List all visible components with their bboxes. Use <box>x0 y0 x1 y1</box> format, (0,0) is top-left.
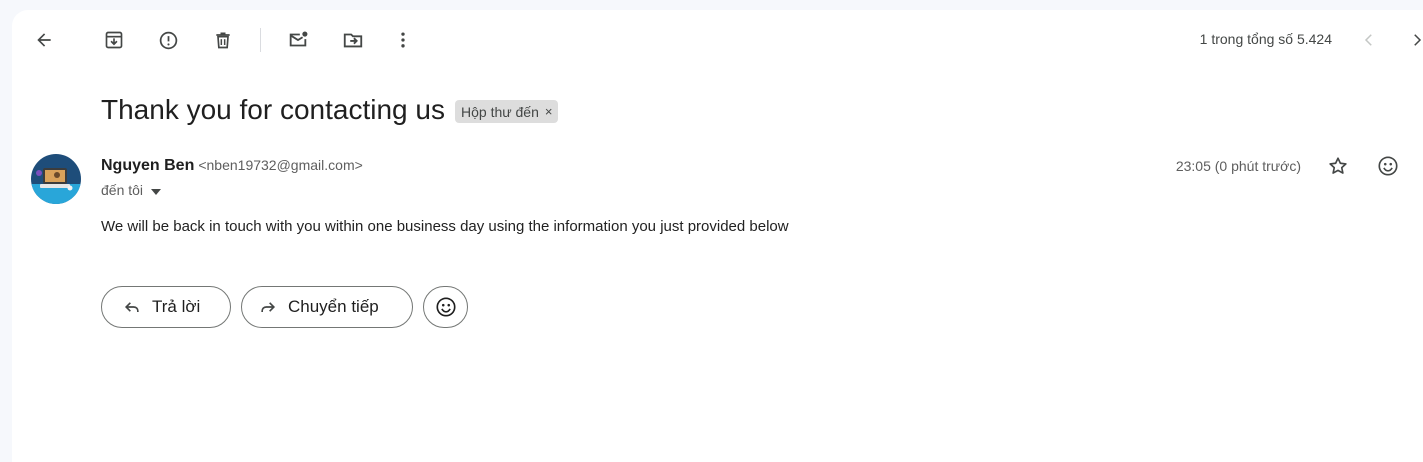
move-to-button[interactable] <box>333 20 373 60</box>
forward-button[interactable]: Chuyển tiếp <box>241 286 413 328</box>
emoji-reaction-button[interactable] <box>1368 146 1408 186</box>
email-body: We will be back in touch with you within… <box>101 218 789 235</box>
delete-button[interactable] <box>203 20 243 60</box>
reply-label: Trả lời <box>152 297 201 316</box>
reply-icon <box>124 302 139 312</box>
reply-button[interactable]: Trả lời <box>101 286 231 328</box>
report-spam-icon <box>159 31 177 49</box>
email-subject: Thank you for contacting us <box>101 94 445 125</box>
add-emoji-button[interactable] <box>423 286 468 328</box>
chevron-right-icon <box>1414 34 1422 46</box>
star-icon <box>1329 157 1347 174</box>
sender-line: Nguyen Ben <nben19732@gmail.com> <box>101 157 363 175</box>
emoji-icon <box>435 297 456 317</box>
delete-icon <box>216 32 230 49</box>
toolbar-divider <box>260 28 261 52</box>
move-to-icon <box>343 33 363 48</box>
back-arrow-icon <box>37 33 51 47</box>
chevron-left-icon <box>1364 34 1372 46</box>
forward-icon <box>261 302 276 312</box>
caret-down-icon <box>151 189 162 195</box>
more-options-button[interactable] <box>383 20 423 60</box>
emoji-icon <box>1378 156 1398 176</box>
star-button[interactable] <box>1318 146 1358 186</box>
label-chip-text: Hộp thư đến <box>461 103 539 120</box>
archive-icon <box>105 31 123 49</box>
sender-name[interactable]: Nguyen Ben <box>101 157 194 174</box>
newer-button[interactable] <box>1349 20 1389 60</box>
avatar-image <box>31 154 81 204</box>
sender-email: <nben19732@gmail.com> <box>198 157 363 173</box>
older-button[interactable] <box>1397 20 1423 60</box>
remove-label-button[interactable]: × <box>545 104 553 119</box>
mark-unread-icon <box>289 31 308 47</box>
archive-button[interactable] <box>94 20 134 60</box>
recipient-line: đến tôi <box>101 182 162 198</box>
mark-unread-button[interactable] <box>278 20 318 60</box>
sender-avatar[interactable] <box>31 154 81 204</box>
pager-count: 1 trong tổng số 5.424 <box>1199 31 1332 47</box>
inbox-label-chip[interactable]: Hộp thư đến × <box>455 100 559 123</box>
recipient-text: đến tôi <box>101 182 144 198</box>
report-spam-button[interactable] <box>148 20 188 60</box>
show-details-button[interactable] <box>151 182 162 198</box>
forward-label: Chuyển tiếp <box>288 297 379 316</box>
email-view-panel: 1 trong tổng số 5.424 Thank you for cont… <box>12 10 1423 462</box>
email-timestamp: 23:05 (0 phút trước) <box>1175 158 1301 174</box>
more-vert-icon <box>401 32 405 48</box>
back-button[interactable] <box>24 20 64 60</box>
